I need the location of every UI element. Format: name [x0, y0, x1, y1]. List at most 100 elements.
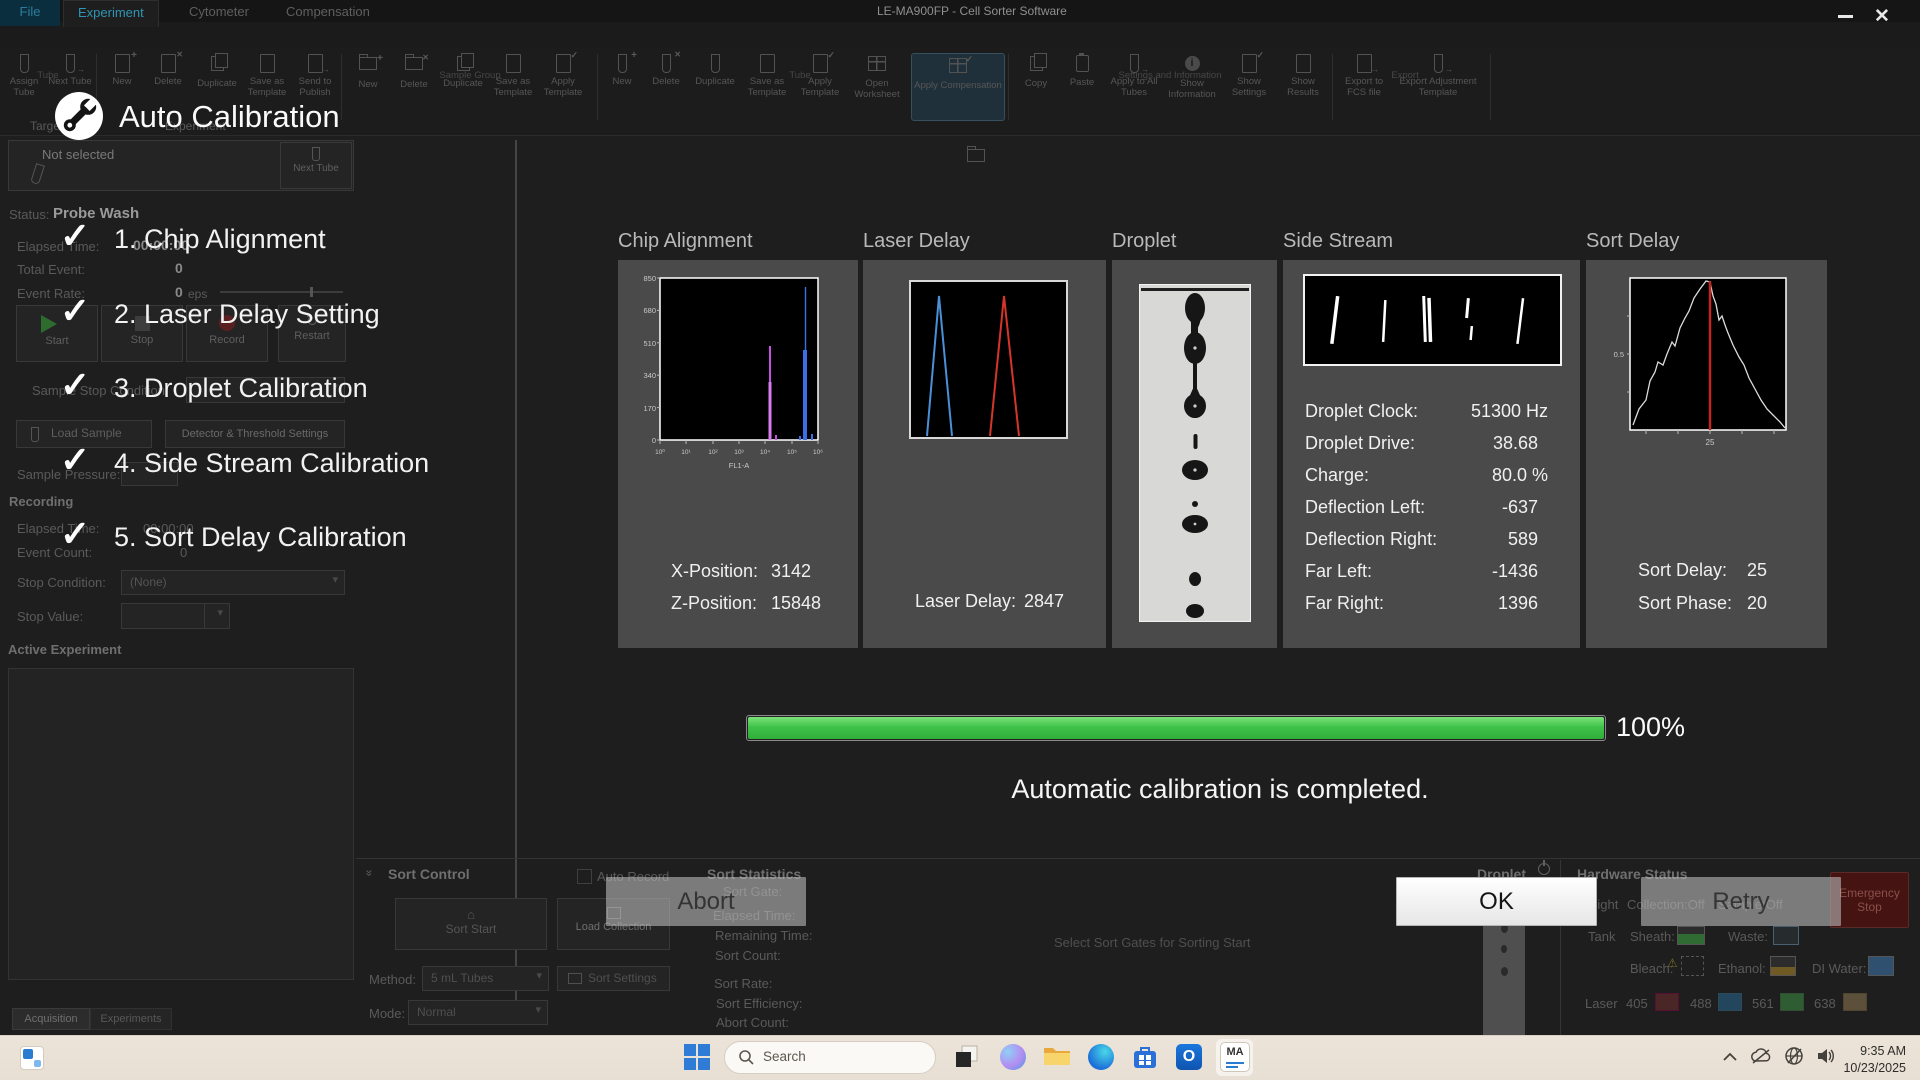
auto-record-checkbox[interactable] [577, 869, 592, 884]
far-right-value: 1396 [1305, 593, 1538, 614]
next-tube-button[interactable]: Next Tube [280, 142, 352, 189]
total-event-label: Total Event: [17, 262, 85, 277]
laser-561-label: 561 [1752, 996, 1774, 1011]
copilot-icon[interactable] [998, 1042, 1028, 1072]
outlook-icon[interactable]: O [1174, 1042, 1204, 1072]
ma-app-icon[interactable]: MA [1220, 1042, 1250, 1072]
hw-waste-label: Waste: [1728, 929, 1768, 944]
tab-cytometer[interactable]: Cytometer [175, 0, 263, 26]
collapse-chevrons-icon[interactable]: » [362, 870, 376, 877]
hw-laser-label: Laser [1585, 996, 1618, 1011]
detector-threshold-settings-button[interactable]: Detector & Threshold Settings [165, 420, 345, 448]
tab-experiment[interactable]: Experiment [63, 0, 159, 27]
hw-tank-label: Tank [1588, 929, 1615, 944]
method-dropdown[interactable]: 5 mL Tubes [422, 966, 549, 991]
svg-text:10³: 10³ [734, 449, 744, 456]
deflection-right-value: 589 [1305, 529, 1538, 550]
clock[interactable]: 9:35 AM 10/23/2025 [1840, 1043, 1906, 1077]
sort-settings-button[interactable]: Sort Settings [557, 966, 670, 991]
file-explorer-icon[interactable] [1042, 1042, 1072, 1072]
stop-condition-dropdown[interactable]: (None) [121, 570, 345, 595]
retry-button[interactable]: Retry [1641, 877, 1841, 926]
ribbon-apply-compensation[interactable]: Apply Compensation [912, 54, 1004, 120]
tab-experiments[interactable]: Experiments [90, 1008, 172, 1030]
ribbon-tube-duplicate[interactable]: Duplicate [690, 54, 740, 88]
sort-delay-value: 25 [1747, 560, 1767, 581]
ribbon-send-to-publish[interactable]: Send to Publish [292, 54, 338, 99]
svg-text:680: 680 [643, 306, 656, 315]
ribbon-sg-apply-template[interactable]: Apply Template [538, 54, 588, 99]
laser-delay-label: Laser Delay: [915, 591, 1016, 612]
tab-acquisition[interactable]: Acquisition [12, 1008, 90, 1030]
search-input[interactable]: Search [724, 1041, 936, 1074]
tab-compensation[interactable]: Compensation [272, 0, 384, 26]
pane-splitter[interactable] [515, 140, 517, 1000]
step2-label: 2. Laser Delay Setting [114, 299, 380, 330]
ribbon-tube-new[interactable]: New [602, 54, 642, 88]
progress-percent: 100% [1616, 712, 1685, 743]
svg-text:10⁵: 10⁵ [787, 449, 797, 456]
ribbon-tube-delete[interactable]: Delete [644, 54, 688, 88]
store-icon[interactable] [1130, 1042, 1160, 1072]
sort-delay-panel: 0.5 25 Sort Delay: 25 Sort Phase: 20 [1586, 260, 1827, 648]
sort-gates-hint: Select Sort Gates for Sorting Start [1054, 935, 1251, 950]
ribbon-exp-delete[interactable]: Delete [146, 54, 190, 88]
sheath-tank-level [1677, 926, 1705, 945]
stop-value-field[interactable] [121, 603, 206, 629]
droplet-clock-value: 51300 Hz [1305, 401, 1548, 422]
minimize-button[interactable] [1838, 15, 1853, 18]
active-experiment-header: Active Experiment [8, 642, 121, 657]
task-view-icon[interactable] [952, 1042, 982, 1072]
laser-405-indicator [1655, 993, 1679, 1011]
power-icon[interactable] [1538, 863, 1550, 875]
ribbon-copy[interactable]: Copy [1014, 54, 1058, 90]
event-rate-value: 0 [175, 284, 183, 300]
event-rate-slider-thumb[interactable] [310, 287, 313, 297]
tab-file[interactable]: File [0, 0, 60, 26]
charge-value: 80.0 % [1305, 465, 1548, 486]
hw-sheath-label: Sheath: [1630, 929, 1675, 944]
sort-delay-label: Sort Delay: [1638, 560, 1727, 581]
laser-delay-chart [909, 280, 1069, 440]
stop-condition-label: Stop Condition: [17, 575, 106, 590]
ribbon-exp-save-template[interactable]: Save as Template [244, 54, 290, 99]
far-left-value: -1436 [1305, 561, 1538, 582]
ribbon-exp-duplicate[interactable]: Duplicate [192, 54, 242, 90]
ribbon-exp-new[interactable]: New [100, 54, 144, 88]
laser-panel-title: Laser Delay [863, 230, 970, 253]
sort-start-button[interactable]: ⌂ Sort Start [395, 898, 547, 950]
ribbon-sg-new[interactable]: New [346, 54, 390, 91]
active-experiment-panel [8, 668, 354, 980]
abort-button[interactable]: Abort [606, 877, 806, 926]
emergency-stop-button[interactable]: Emergency Stop [1830, 872, 1909, 928]
svg-text:10⁶: 10⁶ [813, 449, 823, 456]
laser-638-label: 638 [1814, 996, 1836, 1011]
event-rate-slider[interactable] [220, 291, 343, 293]
step2-check-icon: ✓ [60, 290, 90, 332]
sort-phase-value: 20 [1747, 593, 1767, 614]
deflection-left-value: -637 [1305, 497, 1538, 518]
tray-date: 10/23/2025 [1840, 1060, 1906, 1077]
ribbon-show-results[interactable]: Show Results [1278, 54, 1328, 99]
start-button-taskbar[interactable] [682, 1042, 712, 1072]
side-panel-title: Side Stream [1283, 230, 1393, 253]
laser-561-indicator [1780, 993, 1804, 1011]
stop-value-dropdown[interactable] [204, 603, 230, 629]
onedrive-paused-icon[interactable] [1750, 1048, 1772, 1066]
z-position-label: Z-Position: [671, 593, 757, 614]
widgets-icon[interactable] [20, 1046, 44, 1070]
recording-header: Recording [9, 494, 73, 509]
edge-icon[interactable] [1086, 1042, 1116, 1072]
waste-tank-level [1773, 926, 1799, 945]
ok-button[interactable]: OK [1396, 877, 1597, 926]
remaining-time-label: Remaining Time: [715, 928, 813, 943]
sort-efficiency-label: Sort Efficiency: [716, 996, 802, 1011]
tray-chevron-icon[interactable] [1722, 1051, 1738, 1063]
mode-dropdown[interactable]: Normal [408, 1000, 548, 1025]
volume-icon[interactable] [1816, 1047, 1836, 1065]
network-globe-icon[interactable] [1784, 1046, 1804, 1066]
droplet-panel-title: Droplet [1112, 230, 1176, 253]
stop-value-label: Stop Value: [17, 609, 83, 624]
step1-check-icon: ✓ [60, 215, 90, 257]
not-selected-label: Not selected [42, 147, 114, 162]
